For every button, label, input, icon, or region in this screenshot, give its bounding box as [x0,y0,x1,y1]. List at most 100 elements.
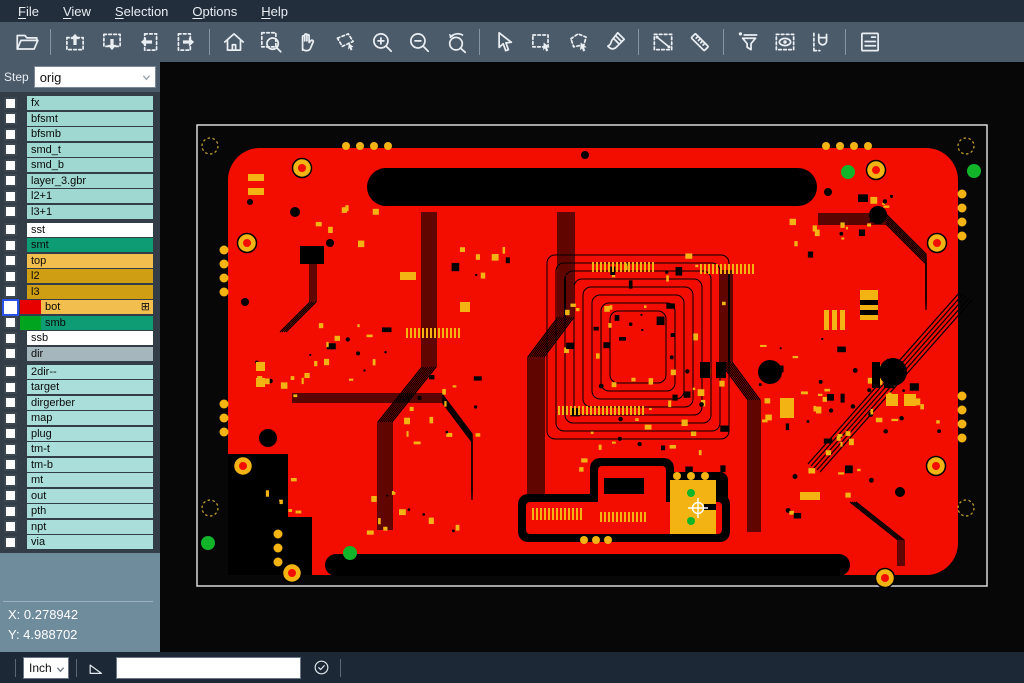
open-file-button[interactable] [8,24,45,60]
layer-label[interactable]: via [27,535,153,549]
menu-selection[interactable]: Selection [105,2,178,21]
layer-label[interactable]: smt [27,238,153,252]
move-left-button[interactable] [130,24,167,60]
layer-label[interactable]: 2dir-- [27,365,153,379]
layer-row-smb[interactable]: smb [0,316,160,330]
layer-label[interactable]: tm-t [27,442,153,456]
select-cursor-button[interactable] [485,24,522,60]
menu-help[interactable]: Help [251,2,298,21]
layer-label[interactable]: tm-b [27,458,153,472]
layer-form-button[interactable] [851,24,888,60]
layer-label[interactable]: l2+1 [27,189,153,203]
layer-row-map[interactable]: map [0,411,160,425]
layer-label[interactable]: smd_b [27,158,153,172]
layer-row-2dir--[interactable]: 2dir-- [0,365,160,379]
move-right-button[interactable] [167,24,204,60]
layer-checkbox[interactable] [4,239,17,252]
menu-view[interactable]: View [53,2,101,21]
layer-checkbox[interactable] [4,332,17,345]
layer-row-l2+1[interactable]: l2+1 [0,189,160,203]
command-input[interactable] [116,657,301,679]
layer-checkbox[interactable] [4,190,17,203]
layer-label[interactable]: ssb [27,331,153,345]
zoom-previous-button[interactable] [437,24,474,60]
snap-button[interactable] [803,24,840,60]
layer-checkbox[interactable] [4,97,17,110]
layer-label[interactable]: mt [27,473,153,487]
layer-checkbox[interactable] [4,254,17,267]
layer-row-smt[interactable]: smt [0,238,160,252]
layer-checkbox[interactable] [4,489,17,502]
layer-row-dir[interactable]: dir [0,347,160,361]
layer-label[interactable]: smd_t [27,143,153,157]
select-rect-button[interactable] [522,24,559,60]
layer-row-via[interactable]: via [0,535,160,549]
layer-row-layer_3.gbr[interactable]: layer_3.gbr [0,174,160,188]
layer-checkbox[interactable] [4,128,17,141]
layer-checkbox[interactable] [4,474,17,487]
layer-label[interactable]: map [27,411,153,425]
layer-label[interactable]: l3 [27,285,153,299]
move-down-button[interactable] [93,24,130,60]
layer-row-plug[interactable]: plug [0,427,160,441]
layer-checkbox[interactable] [4,112,17,125]
layer-label[interactable]: layer_3.gbr [27,174,153,188]
layer-row-npt[interactable]: npt [0,520,160,534]
layer-label[interactable]: bfsmt [27,112,153,126]
layer-checkbox[interactable] [4,396,17,409]
layer-row-bfsmb[interactable]: bfsmb [0,127,160,141]
layer-checkbox[interactable] [4,505,17,518]
layer-row-dirgerber[interactable]: dirgerber [0,396,160,410]
layer-checkbox[interactable] [4,285,17,298]
layer-checkbox[interactable] [4,205,17,218]
layer-checkbox[interactable] [4,174,17,187]
layer-label[interactable]: fx [27,96,153,110]
layer-row-bot[interactable]: bot⊞ [0,300,160,314]
layer-checkbox[interactable] [4,365,17,378]
layer-checkbox[interactable] [4,458,17,471]
brush-button[interactable] [596,24,633,60]
layer-label[interactable]: pth [27,504,153,518]
layer-label[interactable]: target [27,380,153,394]
apply-button[interactable] [309,656,333,680]
highlight-button[interactable] [766,24,803,60]
layer-row-l3[interactable]: l3 [0,285,160,299]
move-up-button[interactable] [56,24,93,60]
layer-checkbox[interactable] [4,347,17,360]
layer-checkbox[interactable] [4,443,17,456]
zoom-polygon-button[interactable] [326,24,363,60]
layer-label[interactable]: smb [41,316,153,330]
layer-row-mt[interactable]: mt [0,473,160,487]
filter-button[interactable] [729,24,766,60]
step-select[interactable]: orig [34,66,156,88]
layer-color-swatch[interactable] [20,300,41,314]
angle-tool-button[interactable] [84,656,108,680]
menu-file[interactable]: File [8,2,49,21]
select-polygon-button[interactable] [559,24,596,60]
ruler-button[interactable] [681,24,718,60]
layer-checkbox[interactable] [4,520,17,533]
layer-label[interactable]: l3+1 [27,205,153,219]
zoom-window-button[interactable] [252,24,289,60]
layer-checkbox[interactable] [4,316,17,329]
layer-label[interactable]: out [27,489,153,503]
layer-label[interactable]: npt [27,520,153,534]
layer-checkbox[interactable] [4,427,17,440]
layer-row-smd_b[interactable]: smd_b [0,158,160,172]
layer-row-bfsmt[interactable]: bfsmt [0,112,160,126]
zoom-in-button[interactable] [363,24,400,60]
layer-row-top[interactable]: top [0,254,160,268]
layer-label[interactable]: dir [27,347,153,361]
pan-button[interactable] [289,24,326,60]
unit-select[interactable]: Inch [23,657,69,679]
layer-label[interactable]: bfsmb [27,127,153,141]
layer-row-sst[interactable]: sst [0,223,160,237]
layer-row-fx[interactable]: fx [0,96,160,110]
layer-row-ssb[interactable]: ssb [0,331,160,345]
layer-row-target[interactable]: target [0,380,160,394]
layer-row-out[interactable]: out [0,489,160,503]
layer-row-pth[interactable]: pth [0,504,160,518]
layer-checkbox[interactable] [4,159,17,172]
layer-color-swatch[interactable] [20,316,41,330]
layer-row-l3+1[interactable]: l3+1 [0,205,160,219]
